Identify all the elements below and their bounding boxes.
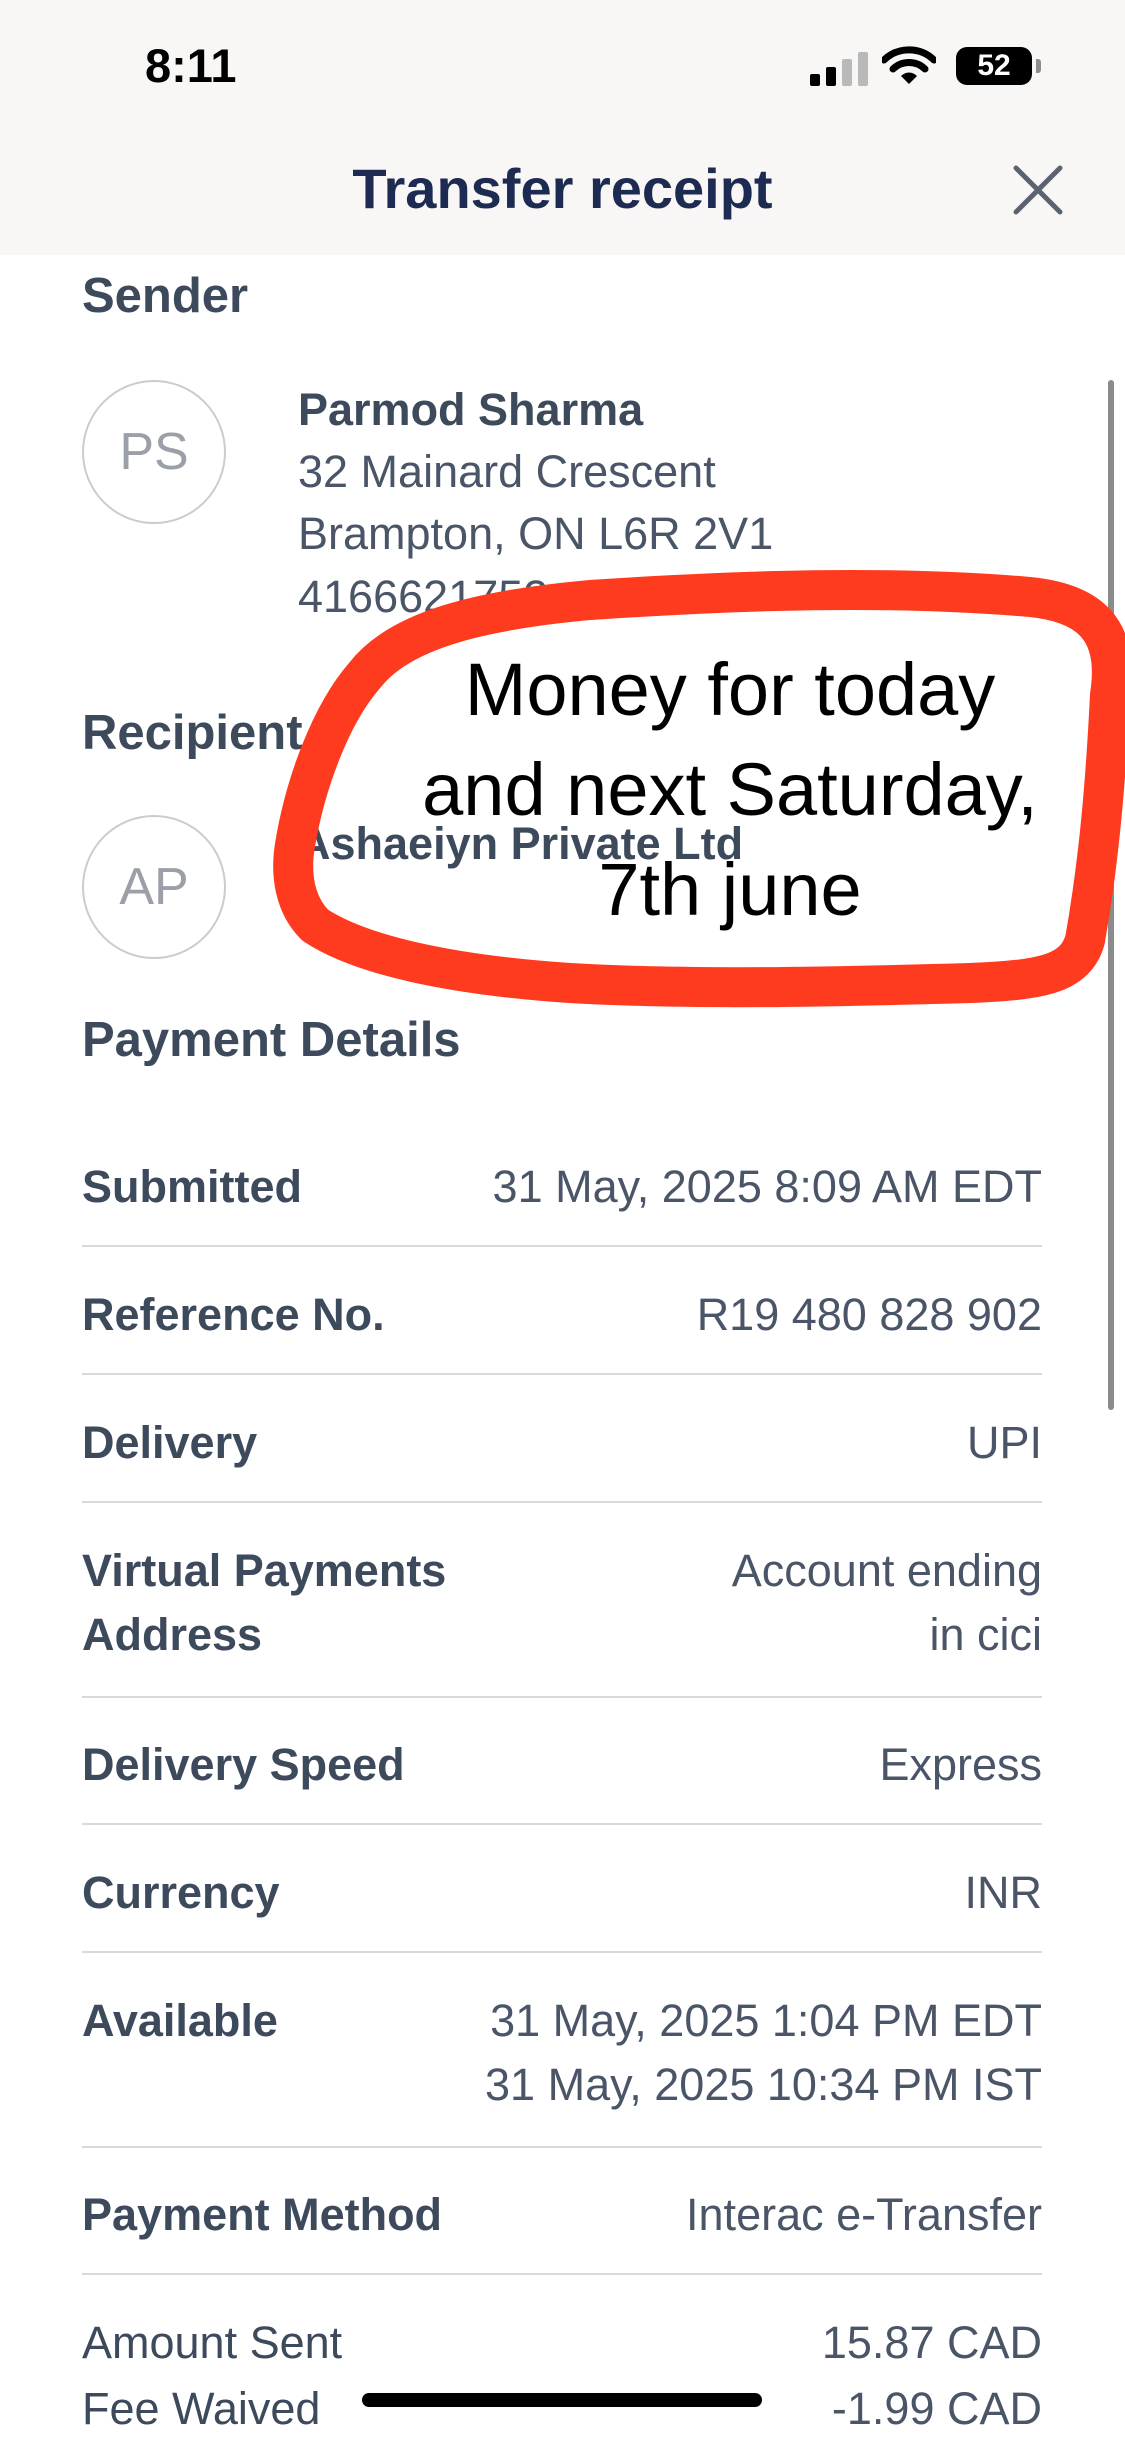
annotation-note: Money for today and next Saturday, 7th j… [330,640,1125,940]
amount-sent-value: 15.87 CAD [821,2317,1042,2368]
sender-section-title: Sender [82,269,249,323]
currency-value: INR [964,1867,1043,1918]
divider [82,1696,1042,1698]
annotation-line3: 7th june [598,848,862,931]
home-indicator[interactable] [362,2393,762,2407]
submitted-value: 31 May, 2025 8:09 AM EDT [492,1161,1042,1212]
page-title: Transfer receipt [352,157,773,220]
divider [82,1823,1042,1825]
annotation-line1: Money for today [464,648,996,731]
annotation-line2: and next Saturday, [422,748,1038,831]
recipient-initials: AP [119,858,189,916]
header: Transfer receipt [0,130,1125,255]
sender-address-line2: Brampton, ON L6R 2V1 [298,508,774,559]
divider [82,1245,1042,1247]
delivery-speed-value: Express [879,1739,1042,1790]
status-time: 8:11 [145,39,237,92]
vpa-value-line2: in cici [929,1609,1042,1660]
delivery-value: UPI [966,1417,1042,1468]
payment-details-title: Payment Details [82,1013,461,1067]
vpa-value-line1: Account ending [731,1545,1042,1596]
close-icon[interactable] [1010,162,1066,218]
battery-level: 52 [977,49,1011,82]
status-bar: 8:11 52 [0,0,1125,130]
recipient-avatar: AP [82,815,226,959]
signal-icon [810,52,872,86]
payment-method-value: Interac e-Transfer [686,2189,1042,2240]
reference-value: R19 480 828 902 [696,1289,1042,1340]
available-value-ist: 31 May, 2025 10:34 PM IST [485,2059,1042,2110]
divider [82,2146,1042,2148]
available-value-edt: 31 May, 2025 1:04 PM EDT [490,1995,1042,2046]
divider [82,1501,1042,1503]
vpa-value: Account ending in cici [402,1539,1042,1667]
available-value: 31 May, 2025 1:04 PM EDT 31 May, 2025 10… [402,1989,1042,2117]
divider [82,2273,1042,2275]
battery-icon: 52 [956,47,1041,85]
divider [82,1373,1042,1375]
sender-initials: PS [119,423,189,481]
sender-avatar: PS [82,380,226,524]
fee-waived-value: -1.99 CAD [831,2383,1042,2434]
sender-address-line1: 32 Mainard Crescent [298,446,716,497]
divider [82,1951,1042,1953]
sender-name: Parmod Sharma [298,384,644,435]
wifi-icon [882,46,936,84]
